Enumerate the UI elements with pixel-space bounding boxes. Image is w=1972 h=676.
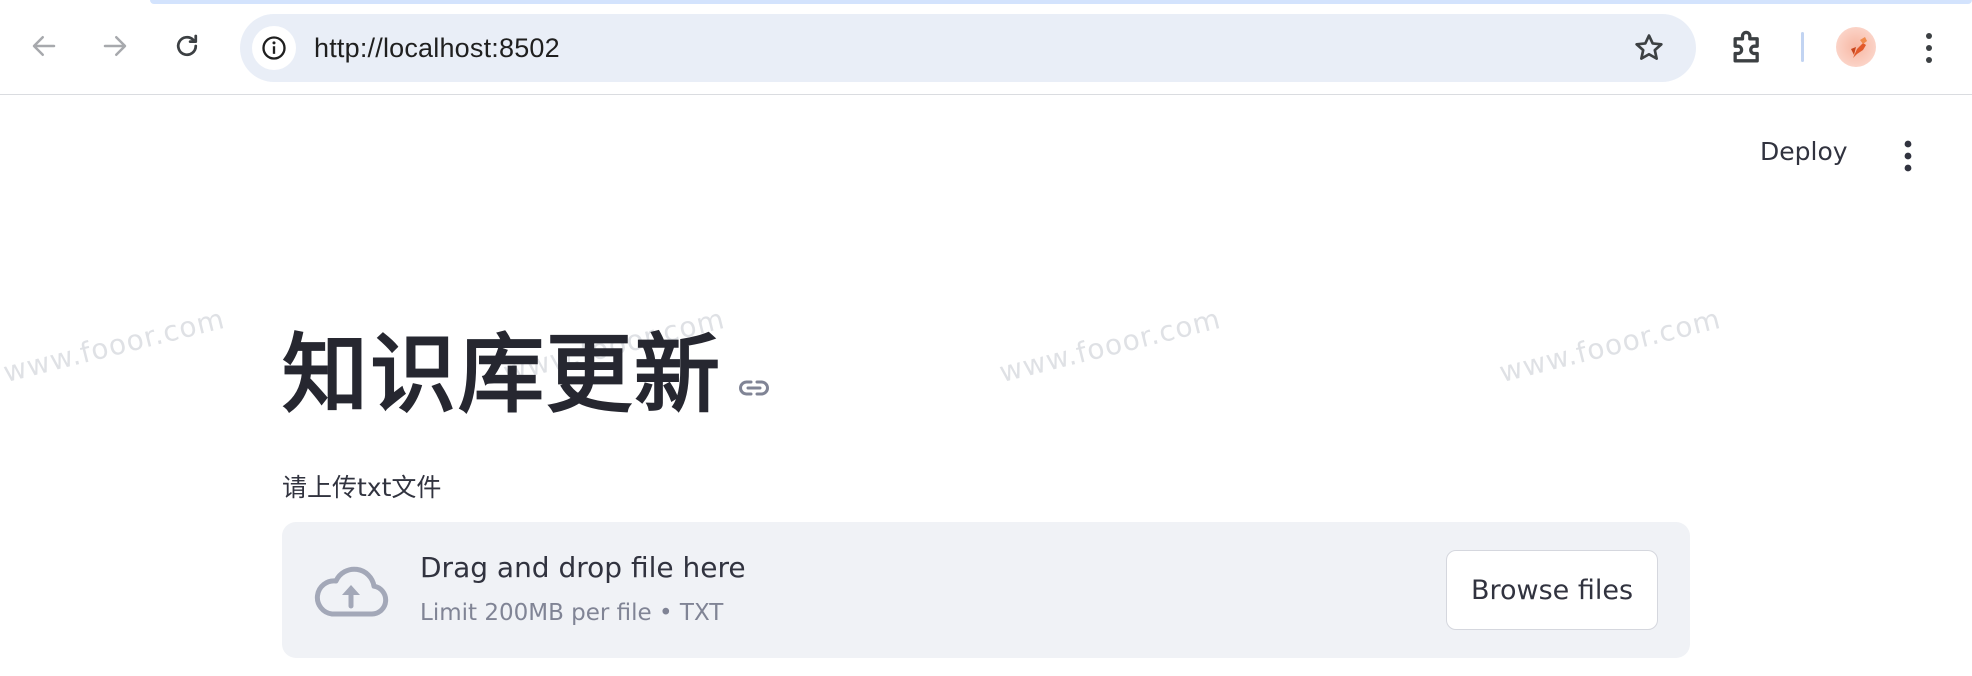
back-button[interactable] bbox=[20, 22, 68, 70]
page-title: 知识库更新 bbox=[282, 325, 722, 425]
dropzone-title: Drag and drop file here bbox=[420, 551, 746, 584]
watermark: www.fooor.com bbox=[0, 302, 229, 390]
kebab-menu-icon[interactable] bbox=[1909, 26, 1949, 70]
info-icon bbox=[262, 36, 286, 60]
file-dropzone[interactable]: Drag and drop file here Limit 200MB per … bbox=[282, 522, 1690, 658]
watermark: www.fooor.com bbox=[1496, 302, 1725, 390]
avatar[interactable] bbox=[1836, 27, 1876, 67]
file-uploader-label: 请上传txt文件 bbox=[282, 473, 442, 502]
app-header: Deploy bbox=[0, 96, 1972, 216]
browser-toolbar: http://localhost:8502 bbox=[0, 0, 1972, 95]
reload-button[interactable] bbox=[163, 22, 211, 70]
cloud-upload-icon bbox=[314, 566, 389, 617]
puzzle-icon[interactable] bbox=[1726, 26, 1770, 70]
forward-button[interactable] bbox=[91, 22, 139, 70]
watermark: www.fooor.com bbox=[996, 302, 1225, 390]
arrow-left-icon bbox=[32, 36, 56, 56]
star-icon[interactable] bbox=[1632, 31, 1666, 65]
site-info-button[interactable] bbox=[252, 26, 296, 70]
deploy-button[interactable]: Deploy bbox=[1754, 132, 1854, 172]
dropzone-limit-text: Limit 200MB per file • TXT bbox=[420, 600, 724, 626]
browse-files-button[interactable]: Browse files bbox=[1446, 550, 1658, 630]
profile-avatar-image bbox=[1851, 37, 1867, 58]
toolbar-separator bbox=[1801, 32, 1804, 62]
link-icon[interactable] bbox=[736, 370, 772, 406]
url-text[interactable]: http://localhost:8502 bbox=[314, 14, 560, 82]
arrow-right-icon bbox=[103, 36, 127, 56]
tab-strip bbox=[150, 0, 1972, 4]
kebab-menu-icon[interactable] bbox=[1892, 136, 1924, 176]
address-bar[interactable]: http://localhost:8502 bbox=[240, 14, 1696, 82]
reload-icon bbox=[176, 34, 198, 57]
